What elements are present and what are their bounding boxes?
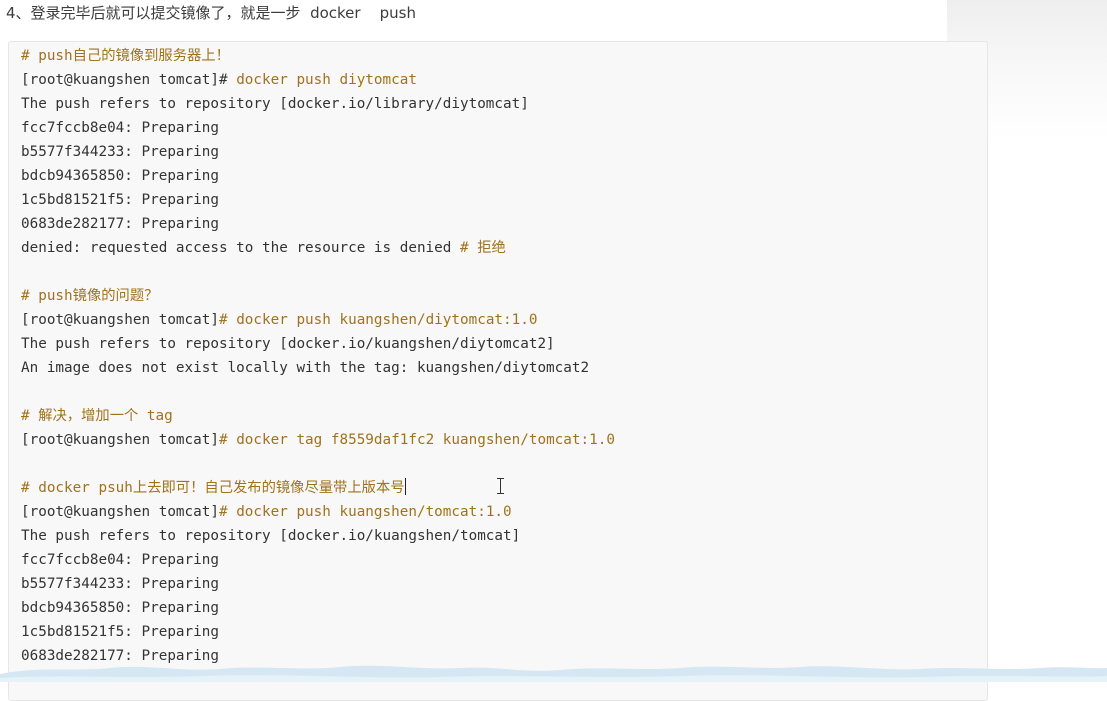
code-segment-text: b5577f344233: Preparing bbox=[21, 576, 219, 592]
code-segment-text: 0683de282177: Preparing bbox=[21, 216, 219, 232]
code-line: [root@kuangshen tomcat]# docker push diy… bbox=[21, 68, 615, 92]
code-segment-text: bdcb94365850: Preparing bbox=[21, 168, 219, 184]
code-line: # push自己的镜像到服务器上！ bbox=[21, 44, 615, 68]
code-segment-prompt: [root@kuangshen tomcat]# bbox=[21, 72, 237, 88]
code-segment-text: fcc7fccb8e04: Preparing bbox=[21, 120, 219, 136]
code-line: An image does not exist locally with the… bbox=[21, 356, 615, 380]
code-line: bdcb94365850: Preparing bbox=[21, 596, 615, 620]
text-cursor-icon bbox=[496, 478, 505, 494]
code-segment-comment: # 解决，增加一个 tag bbox=[21, 408, 173, 424]
code-segment-prompt: [root@kuangshen tomcat] bbox=[21, 312, 219, 328]
code-line: fcc7fccb8e04: Preparing bbox=[21, 548, 615, 572]
code-segment-text: The push refers to repository [docker.io… bbox=[21, 96, 529, 112]
code-line: # docker psuh上去即可！自己发布的镜像尽量带上版本号 bbox=[21, 476, 615, 500]
code-line: [root@kuangshen tomcat]# docker push kua… bbox=[21, 308, 615, 332]
wave-decoration bbox=[0, 665, 1107, 682]
code-segment-text: The push refers to repository [docker.io… bbox=[21, 336, 555, 352]
code-segment-text: 1c5bd81521f5: Preparing bbox=[21, 624, 219, 640]
code-line: [root@kuangshen tomcat]# docker push kua… bbox=[21, 500, 615, 524]
code-line: bdcb94365850: Preparing bbox=[21, 164, 615, 188]
code-segment-comment: # push镜像的问题？ bbox=[21, 288, 159, 304]
code-segment-text: 1c5bd81521f5: Preparing bbox=[21, 192, 219, 208]
section-heading: 4、登录完毕后就可以提交镜像了，就是一步 docker push bbox=[6, 4, 416, 22]
code-line: 1c5bd81521f5: Preparing bbox=[21, 188, 615, 212]
code-segment-comment: # docker push kuangshen/diytomcat:1.0 bbox=[218, 312, 538, 328]
code-segment-text: An image does not exist locally with the… bbox=[21, 360, 590, 376]
code-segment-comment: # docker psuh上去即可！自己发布的镜像尽量带上版本号 bbox=[21, 480, 405, 496]
code-line: # push镜像的问题？ bbox=[21, 284, 615, 308]
code-line: The push refers to repository [docker.io… bbox=[21, 92, 615, 116]
code-line: 0683de282177: Preparing bbox=[21, 212, 615, 236]
code-line: fcc7fccb8e04: Preparing bbox=[21, 116, 615, 140]
code-segment-comment: # docker push kuangshen/tomcat:1.0 bbox=[218, 504, 512, 520]
code-segment-comment: # push自己的镜像到服务器上！ bbox=[21, 48, 230, 64]
code-line: b5577f344233: Preparing bbox=[21, 140, 615, 164]
code-segment-comment: # 拒绝 bbox=[459, 240, 506, 256]
code-line: denied: requested access to the resource… bbox=[21, 236, 615, 260]
code-segment-text: denied: requested access to the resource… bbox=[21, 240, 460, 256]
code-segment-text: fcc7fccb8e04: Preparing bbox=[21, 552, 219, 568]
code-segment-text: b5577f344233: Preparing bbox=[21, 144, 219, 160]
code-segment-text: The push refers to repository [docker.io… bbox=[21, 528, 521, 544]
code-segment-prompt: [root@kuangshen tomcat] bbox=[21, 432, 219, 448]
code-segment-text: bdcb94365850: Preparing bbox=[21, 600, 219, 616]
code-line: The push refers to repository [docker.io… bbox=[21, 524, 615, 548]
code-line: [root@kuangshen tomcat]# docker tag f855… bbox=[21, 428, 615, 452]
code-line: # 解决，增加一个 tag bbox=[21, 404, 615, 428]
code-line: 1c5bd81521f5: Preparing bbox=[21, 620, 615, 644]
code-segment-prompt: [root@kuangshen tomcat] bbox=[21, 504, 219, 520]
text-caret bbox=[404, 478, 406, 495]
code-lines: # push自己的镜像到服务器上！ [root@kuangshen tomcat]… bbox=[21, 44, 615, 668]
code-line: b5577f344233: Preparing bbox=[21, 572, 615, 596]
code-segment-comment: # docker tag f8559daf1fc2 kuangshen/tomc… bbox=[218, 432, 615, 448]
code-segment-cmd: docker push diytomcat bbox=[236, 72, 417, 88]
code-block[interactable]: # push自己的镜像到服务器上！ [root@kuangshen tomcat]… bbox=[8, 41, 988, 701]
code-line: The push refers to repository [docker.io… bbox=[21, 332, 615, 356]
